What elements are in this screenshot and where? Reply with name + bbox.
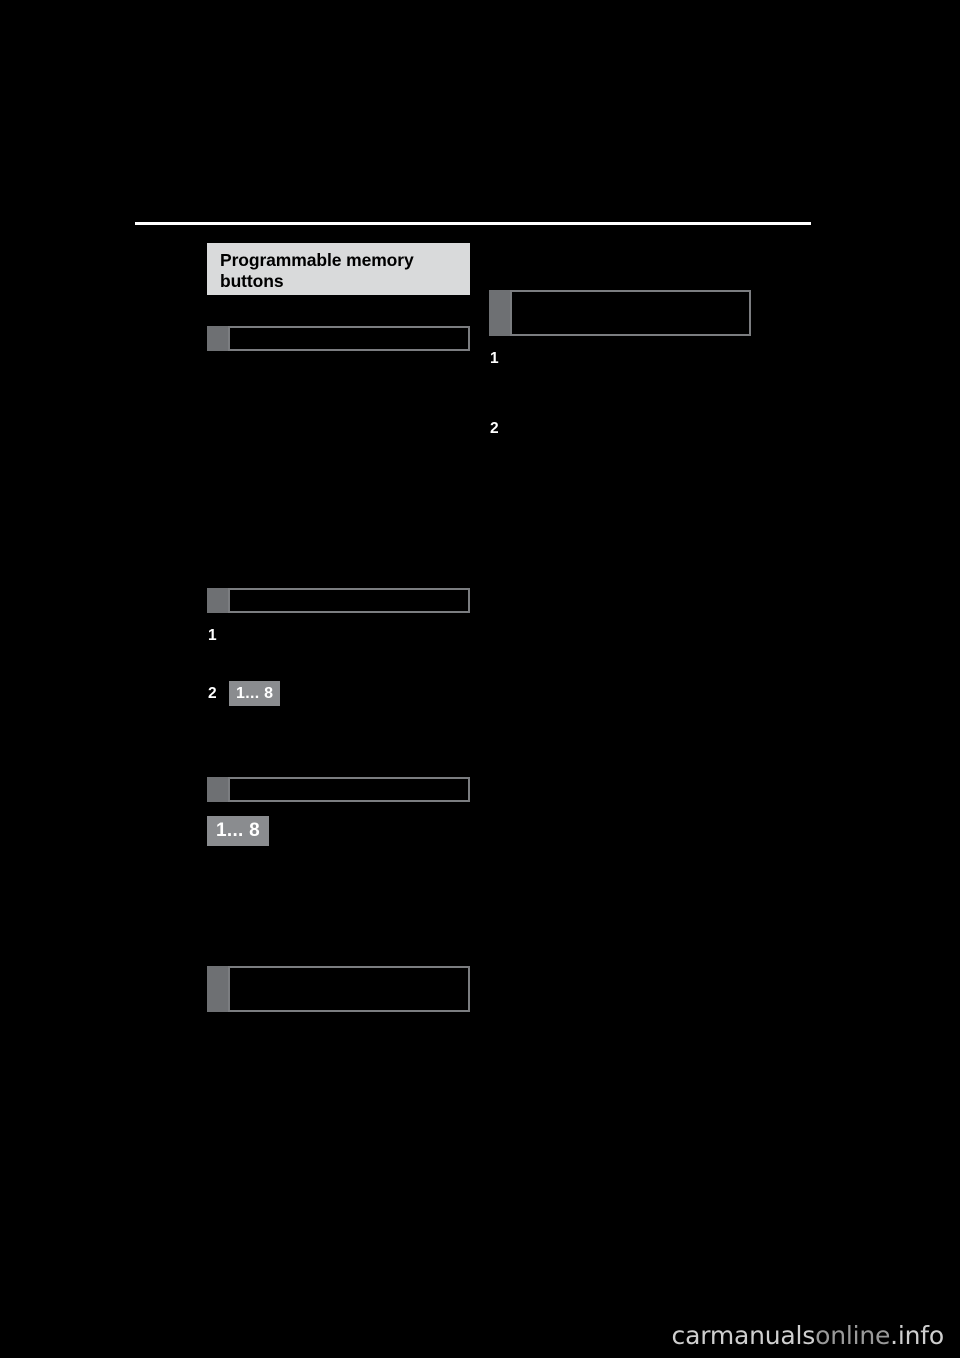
watermark-ext: .info (890, 1321, 944, 1350)
bar-title (228, 777, 470, 802)
left-bar-registering (207, 588, 470, 613)
section-heading-line1: Programmable memory (220, 250, 414, 270)
left-bar-summary (207, 326, 470, 351)
memory-button-chip-step2[interactable]: 1... 8 (229, 681, 281, 706)
right-step-1-number: 1 (490, 350, 499, 367)
bar-marker-icon (207, 966, 228, 1012)
right-step-2-number: 2 (490, 420, 499, 437)
watermark-suffix: online (815, 1321, 891, 1350)
bar-title (228, 326, 470, 351)
section-heading-line2: buttons (220, 271, 284, 291)
bar-marker-icon (207, 777, 228, 802)
left-step-1-number: 1 (208, 627, 217, 644)
watermark-main: carmanuals (671, 1321, 816, 1350)
bar-marker-icon (207, 326, 228, 351)
left-step-2-number: 2 (208, 685, 217, 702)
section-heading: Programmable memory buttons (207, 243, 470, 295)
bar-title (510, 290, 751, 336)
bar-title (228, 588, 470, 613)
bar-marker-icon (489, 290, 510, 336)
left-bar-note (207, 966, 470, 1012)
watermark: carmanualsonline.info (671, 1321, 945, 1350)
bar-title (228, 966, 470, 1012)
left-bar-recall (207, 777, 470, 802)
right-bar-procedure (489, 290, 751, 336)
document-page: Programmable memory buttons 1 2 1... 8 1… (0, 0, 960, 1358)
header-rule (135, 222, 811, 225)
bar-marker-icon (207, 588, 228, 613)
memory-button-chip-recall[interactable]: 1... 8 (207, 816, 270, 846)
